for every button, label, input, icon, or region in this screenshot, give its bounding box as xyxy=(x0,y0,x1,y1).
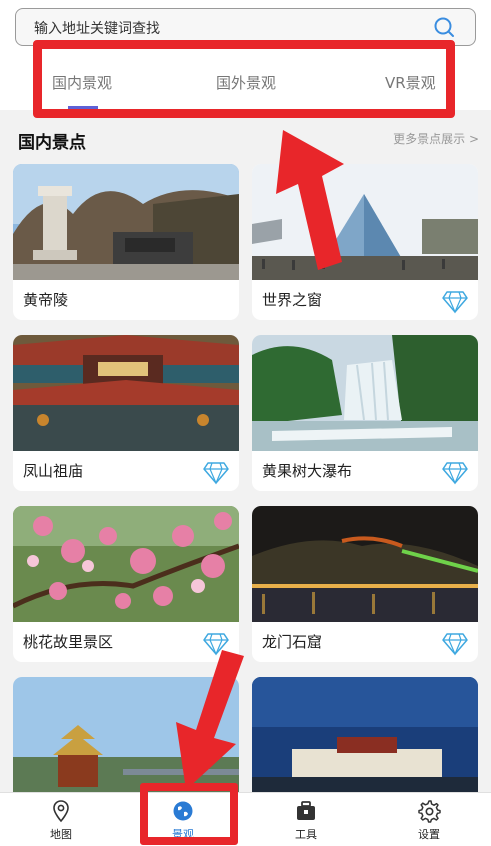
scenic-card-window-of-world[interactable]: 世界之窗 xyxy=(252,164,478,320)
globe-icon xyxy=(173,801,193,821)
nav-item-map[interactable]: 地图 xyxy=(0,793,122,846)
gear-icon xyxy=(418,800,441,823)
nav-label: 设置 xyxy=(418,828,440,841)
card-label: 世界之窗 xyxy=(262,291,323,309)
nav-item-scenery[interactable]: 景观 xyxy=(122,793,244,846)
card-label: 黄果树大瀑布 xyxy=(262,462,353,480)
nav-label: 工具 xyxy=(295,828,317,841)
search-icon[interactable] xyxy=(433,16,455,38)
card-label: 凤山祖庙 xyxy=(23,462,84,480)
tab-vr[interactable]: VR景观 xyxy=(385,72,436,93)
scenic-photo xyxy=(13,335,239,451)
scenic-card-huangdiling[interactable]: 黄帝陵 xyxy=(13,164,239,320)
vip-diamond-icon[interactable] xyxy=(442,461,468,485)
search-bar[interactable]: 输入地址关键词查找 xyxy=(15,8,476,46)
nav-label: 景观 xyxy=(172,828,194,841)
bottom-nav: 地图 景观 工具 设置 xyxy=(0,792,491,846)
nav-label: 地图 xyxy=(50,828,72,841)
scenic-card-fengshan-temple[interactable]: 凤山祖庙 xyxy=(13,335,239,491)
scenic-photo xyxy=(252,164,478,280)
scenic-photo xyxy=(252,506,478,622)
nav-item-tools[interactable]: 工具 xyxy=(245,793,367,846)
card-label: 黄帝陵 xyxy=(23,291,69,309)
vip-diamond-icon[interactable] xyxy=(442,290,468,314)
tab-bar: 国内景观 国外景观 VR景观 xyxy=(0,60,491,106)
scenic-photo xyxy=(13,164,239,280)
toolbox-icon xyxy=(297,801,315,820)
vip-diamond-icon[interactable] xyxy=(442,632,468,656)
scenic-card-huangguoshu-falls[interactable]: 黄果树大瀑布 xyxy=(252,335,478,491)
card-label: 桃花故里景区 xyxy=(23,633,114,651)
scenic-photo xyxy=(252,335,478,451)
nav-item-settings[interactable]: 设置 xyxy=(368,793,490,846)
map-pin-icon xyxy=(53,800,69,823)
scenic-card-longmen-grottoes[interactable]: 龙门石窟 xyxy=(252,506,478,662)
top-header: 输入地址关键词查找 国内景观 国外景观 VR景观 xyxy=(0,0,491,110)
scenic-photo xyxy=(13,506,239,622)
search-input[interactable]: 输入地址关键词查找 xyxy=(34,18,160,38)
tab-domestic[interactable]: 国内景观 xyxy=(52,72,112,93)
more-spots-link[interactable]: 更多景点展示 > xyxy=(393,130,479,147)
card-label: 龙门石窟 xyxy=(262,633,323,651)
scenic-card-peach-blossom[interactable]: 桃花故里景区 xyxy=(13,506,239,662)
scenic-photo xyxy=(13,677,239,793)
tab-foreign[interactable]: 国外景观 xyxy=(216,72,276,93)
section-title: 国内景点 xyxy=(18,133,86,153)
vip-diamond-icon[interactable] xyxy=(203,461,229,485)
scenic-photo xyxy=(252,677,478,793)
tab-active-indicator xyxy=(68,106,98,109)
vip-diamond-icon[interactable] xyxy=(203,632,229,656)
